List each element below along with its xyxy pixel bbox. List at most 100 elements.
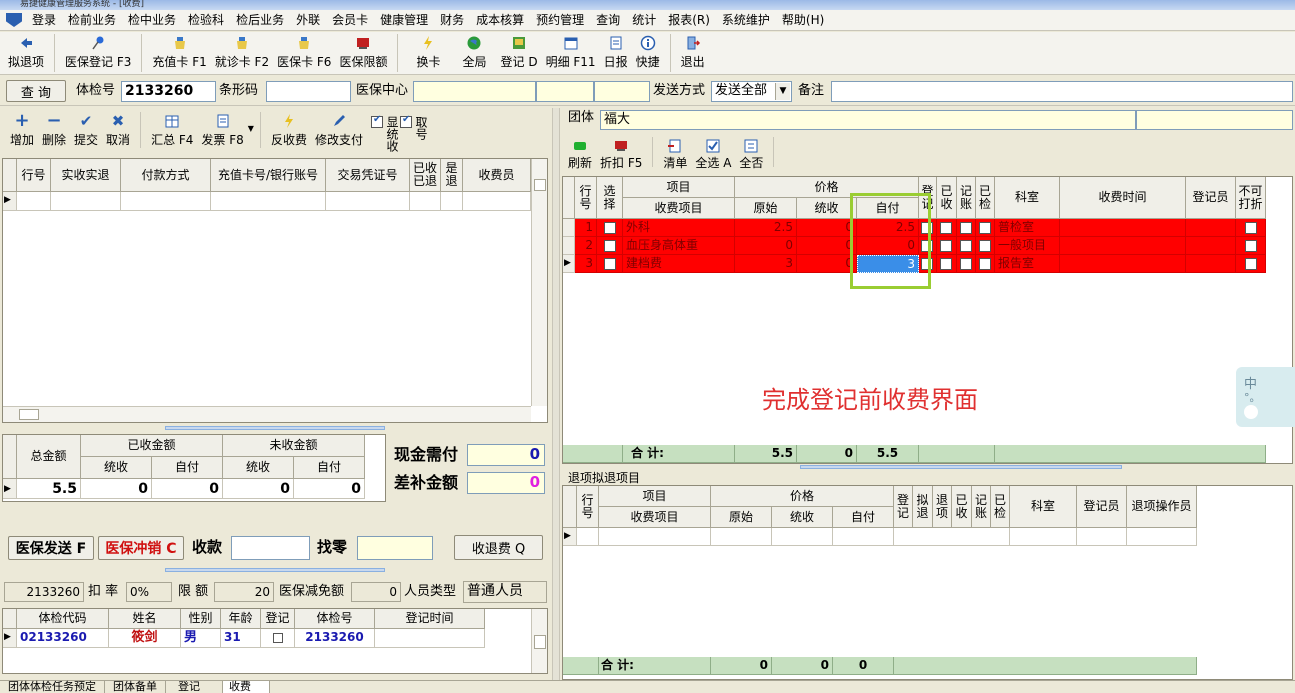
insurance-card-button[interactable]: 医保卡 F6 bbox=[273, 32, 335, 74]
receive-input[interactable] bbox=[231, 536, 310, 560]
group-extra-input[interactable] bbox=[1136, 110, 1293, 130]
insurance-register-button[interactable]: 医保登记 F3 bbox=[61, 32, 135, 74]
menu-finance[interactable]: 财务 bbox=[434, 10, 470, 30]
patient-vscroll[interactable] bbox=[531, 609, 547, 673]
visit-card-button[interactable]: 就诊卡 F2 bbox=[211, 32, 273, 74]
payment-grid[interactable]: 行号 实收实退 付款方式 充值卡号/银行账号 交易凭证号 已收已退 是退 收费员… bbox=[2, 158, 548, 423]
menu-cost[interactable]: 成本核算 bbox=[470, 10, 530, 30]
item-no-discount-checkbox[interactable] bbox=[1244, 221, 1257, 234]
pane-resize-handle[interactable] bbox=[165, 426, 385, 430]
item-account-checkbox[interactable] bbox=[960, 257, 972, 270]
show-unified-checkbox[interactable]: ✔ bbox=[370, 114, 383, 128]
menu-outreach[interactable]: 外联 bbox=[290, 10, 326, 30]
menu-post-exam[interactable]: 检后业务 bbox=[230, 10, 290, 30]
patient-gender-cell[interactable]: 男 bbox=[181, 629, 221, 648]
exam-no-input[interactable]: 2133260 bbox=[121, 81, 216, 102]
item-unified[interactable]: 0 bbox=[797, 219, 857, 237]
refresh-button[interactable]: 刷新 bbox=[564, 135, 596, 173]
invoice-button[interactable]: 发票 F8 bbox=[197, 110, 247, 152]
menu-query[interactable]: 查询 bbox=[590, 10, 626, 30]
payment-cell[interactable] bbox=[441, 192, 463, 211]
patient-age-cell[interactable]: 31 bbox=[221, 629, 261, 648]
menu-login[interactable]: 登录 bbox=[26, 10, 62, 30]
menu-statistics[interactable]: 统计 bbox=[626, 10, 662, 30]
register-button[interactable]: 登记 D bbox=[497, 32, 542, 74]
item-checked-checkbox[interactable] bbox=[979, 257, 991, 270]
items-grid[interactable]: 行号 选择 项目 收费项目 价格 原始 统收 自付 登记 已收 记账 已检 科室… bbox=[562, 176, 1293, 464]
menu-pre-exam[interactable]: 检前业务 bbox=[62, 10, 122, 30]
item-select-checkbox[interactable] bbox=[603, 239, 616, 252]
send-mode-select[interactable]: 发送全部 ▼ bbox=[711, 81, 792, 102]
show-unified-check[interactable]: ✔ 显统收 bbox=[370, 114, 398, 156]
payment-hscroll[interactable] bbox=[3, 406, 531, 422]
patient-code-cell[interactable]: 02133260 bbox=[17, 629, 109, 648]
select-none-button[interactable]: 全否 bbox=[735, 135, 767, 173]
payment-cell[interactable] bbox=[463, 192, 531, 211]
refund-charge-button[interactable]: 收退费 Q bbox=[454, 535, 543, 560]
cancel-button[interactable]: ✖ 取消 bbox=[102, 110, 134, 152]
patient-register-cell[interactable] bbox=[261, 629, 295, 648]
pane-resize-handle-2[interactable] bbox=[165, 568, 385, 572]
menu-member-card[interactable]: 会员卡 bbox=[326, 10, 374, 30]
reverse-charge-button[interactable]: 反收费 bbox=[267, 110, 311, 152]
payment-cell[interactable] bbox=[211, 192, 326, 211]
menu-report[interactable]: 报表(R) bbox=[662, 10, 716, 30]
daily-report-button[interactable]: 日报 bbox=[600, 32, 632, 74]
menu-lab[interactable]: 检验科 bbox=[182, 10, 230, 30]
detail-button[interactable]: 明细 F11 bbox=[542, 32, 600, 74]
item-select-checkbox[interactable] bbox=[603, 221, 616, 234]
tab-charge[interactable]: 收费 bbox=[223, 681, 270, 693]
item-received-checkbox[interactable] bbox=[940, 221, 952, 234]
menu-appointment[interactable]: 预约管理 bbox=[530, 10, 590, 30]
tab-group-task[interactable]: 团体体检任务预定 bbox=[0, 681, 105, 693]
payment-cell[interactable] bbox=[51, 192, 121, 211]
insurance-center-input-3[interactable] bbox=[594, 81, 650, 102]
payment-vscroll[interactable] bbox=[531, 159, 547, 406]
barcode-input[interactable] bbox=[266, 81, 351, 102]
payment-cell[interactable] bbox=[410, 192, 441, 211]
discount-button[interactable]: 折扣 F5 bbox=[596, 135, 646, 173]
patient-name-cell[interactable]: 筱剑 bbox=[109, 629, 181, 648]
insurance-cancel-button[interactable]: 医保冲销 C bbox=[98, 536, 184, 560]
swap-card-button[interactable]: 换卡 bbox=[404, 32, 452, 74]
remark-input[interactable] bbox=[831, 81, 1293, 102]
shortcut-button[interactable]: 快捷 bbox=[632, 32, 664, 74]
payment-cell[interactable] bbox=[326, 192, 410, 211]
modify-payment-button[interactable]: 修改支付 bbox=[311, 110, 367, 152]
item-checked-checkbox[interactable] bbox=[979, 239, 991, 252]
item-unified[interactable]: 0 bbox=[797, 237, 857, 255]
take-back-checkbox[interactable]: ✔ bbox=[399, 114, 412, 128]
pane-splitter[interactable] bbox=[552, 108, 560, 680]
ime-widget[interactable]: 中 °。 bbox=[1236, 367, 1295, 427]
patient-exam-no-cell[interactable]: 2133260 bbox=[295, 629, 375, 648]
menu-in-exam[interactable]: 检中业务 bbox=[122, 10, 182, 30]
item-received-checkbox[interactable] bbox=[940, 239, 952, 252]
tab-group-prepare[interactable]: 团体备单 bbox=[105, 681, 166, 693]
insurance-center-input-2[interactable] bbox=[536, 81, 594, 102]
item-no-discount-checkbox[interactable] bbox=[1244, 257, 1257, 270]
list-button[interactable]: 清单 bbox=[659, 135, 691, 173]
patient-grid[interactable]: 体检代码 姓名 性别 年龄 登记 体检号 登记时间 ▶ 02133260 筱剑 … bbox=[2, 608, 548, 674]
submit-button[interactable]: ✔ 提交 bbox=[70, 110, 102, 152]
item-account-checkbox[interactable] bbox=[960, 221, 972, 234]
menu-help[interactable]: 帮助(H) bbox=[776, 10, 830, 30]
insurance-send-button[interactable]: 医保发送 F bbox=[8, 536, 94, 560]
pre-refund-button[interactable]: 拟退项 bbox=[4, 32, 48, 74]
item-received-checkbox[interactable] bbox=[940, 257, 952, 270]
insurance-center-input-1[interactable] bbox=[413, 81, 536, 102]
delete-button[interactable]: − 删除 bbox=[38, 110, 70, 152]
insurance-limit-button[interactable]: 医保限额 bbox=[335, 32, 391, 74]
menu-health-mgmt[interactable]: 健康管理 bbox=[374, 10, 434, 30]
item-select-checkbox[interactable] bbox=[603, 257, 616, 270]
add-button[interactable]: + 增加 bbox=[6, 110, 38, 152]
patient-register-checkbox[interactable] bbox=[272, 632, 283, 643]
payment-cell[interactable] bbox=[17, 192, 51, 211]
item-checked-checkbox[interactable] bbox=[979, 221, 991, 234]
global-button[interactable]: 全局 bbox=[452, 32, 496, 74]
right-resize-handle[interactable] bbox=[800, 465, 1122, 469]
tab-register[interactable]: 登记 bbox=[166, 681, 223, 693]
recharge-card-button[interactable]: 充值卡 F1 bbox=[148, 32, 210, 74]
select-all-button[interactable]: 全选 A bbox=[691, 135, 735, 173]
group-input[interactable]: 福大 bbox=[600, 110, 1136, 130]
menu-system[interactable]: 系统维护 bbox=[716, 10, 776, 30]
